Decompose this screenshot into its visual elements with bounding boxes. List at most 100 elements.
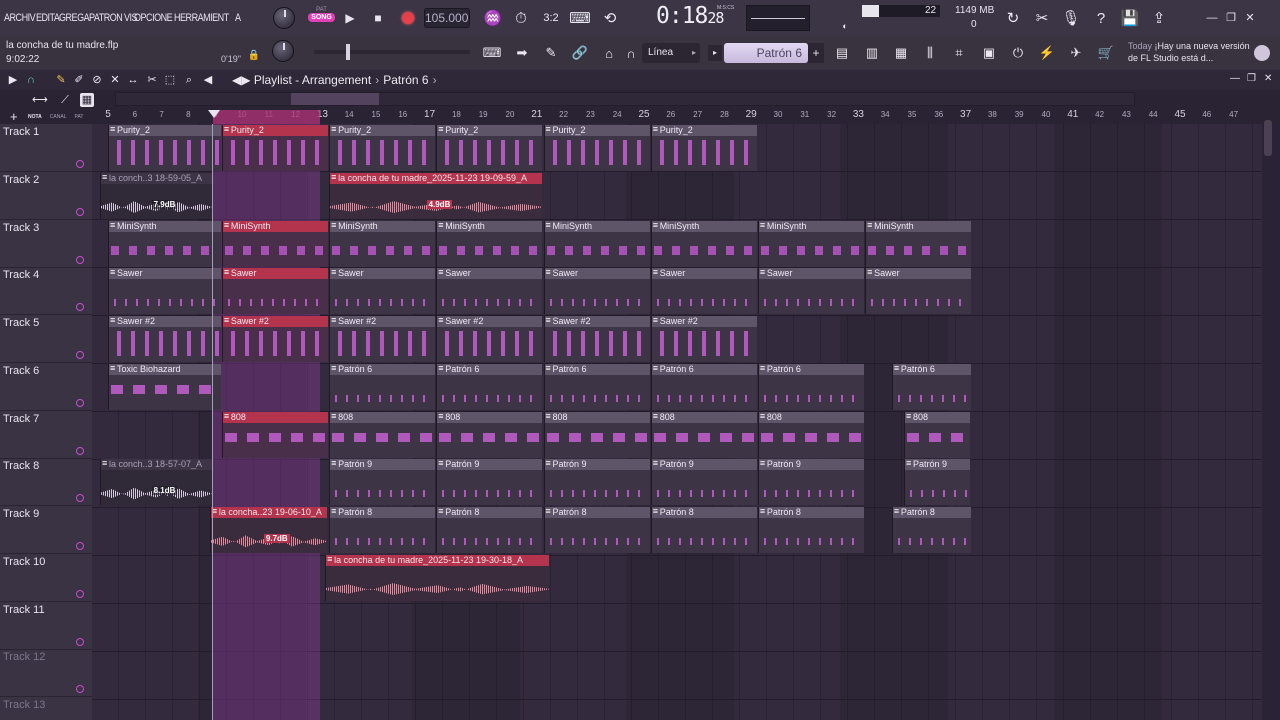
track-enable-icon[interactable] [76, 160, 84, 168]
pattern-clip[interactable]: Sawer [865, 268, 972, 315]
vertical-scrollbar[interactable] [1263, 110, 1273, 720]
track-enable-icon[interactable] [76, 637, 84, 646]
pattern-clip[interactable]: Purity_2 [108, 125, 221, 171]
snap-select[interactable]: Línea ▸ [642, 43, 700, 63]
track-header[interactable]: Track 10 [0, 554, 92, 602]
audio-clip[interactable]: la concha..23 19-06-10_A 9.7dB [209, 507, 327, 553]
track-header[interactable]: Track 3 [0, 220, 92, 268]
stop-button[interactable]: ■ [366, 6, 390, 30]
menu-patterns[interactable]: PATRON [89, 12, 123, 24]
playlist-maximize[interactable]: ❐ [1247, 73, 1256, 84]
playlist-icon[interactable]: ▤ [830, 42, 854, 64]
pattern-clip[interactable]: MiniSynth [865, 220, 972, 267]
playhead-marker[interactable] [208, 110, 220, 118]
microphone-icon[interactable]: 🎙 [1060, 7, 1082, 29]
arrows-icon[interactable]: ⟷ [32, 93, 48, 107]
track-header[interactable]: Track 6 [0, 363, 92, 411]
track-enable-icon[interactable] [76, 685, 84, 694]
mixer-icon[interactable]: ⫼ [918, 42, 942, 64]
pattern-clip[interactable]: Purity_2 [543, 125, 650, 171]
play-arrow-icon[interactable]: ▶ [6, 73, 20, 87]
track-header[interactable]: Track 5 [0, 315, 92, 363]
refresh-icon[interactable]: ↻ [1002, 7, 1024, 29]
pattern-clip[interactable]: Patrón 8 [329, 507, 436, 553]
step-edit-icon[interactable]: ⌨ [569, 7, 591, 29]
pattern-clip[interactable]: Patrón 9 [543, 459, 650, 506]
news-panel[interactable]: Today ¡Hay una nueva versión de FL Studi… [1128, 40, 1252, 64]
stamp-icon[interactable]: ⌂ [597, 42, 621, 64]
loop-record-icon[interactable]: ⟲ [599, 7, 621, 29]
pattern-clip[interactable]: Patrón 9 [436, 459, 543, 506]
pattern-clip[interactable]: Patrón 8 [891, 507, 972, 553]
tab-channels[interactable]: CANAL [50, 114, 67, 120]
track-header[interactable]: Track 7 [0, 411, 92, 459]
pattern-clip[interactable]: Patrón 6 [650, 363, 757, 410]
restore-button[interactable]: ❐ [1222, 9, 1240, 27]
menu-options[interactable]: OPCIONE [134, 12, 173, 24]
master-pitch-slider[interactable] [314, 44, 470, 60]
channel-rack-icon[interactable]: ▥ [860, 42, 884, 64]
pattern-clip[interactable]: Sawer #2 [108, 316, 221, 362]
ruler-tool-icon[interactable]: ⟋ [58, 93, 72, 107]
pattern-clip[interactable]: Sawer [757, 268, 865, 315]
pattern-clip[interactable]: Toxic Biohazard [108, 363, 221, 410]
pattern-clip[interactable]: Purity_2 [436, 125, 543, 171]
news-icon[interactable] [1254, 45, 1270, 61]
pattern-clip[interactable]: MiniSynth [436, 220, 543, 267]
pattern-clip[interactable]: Sawer [543, 268, 650, 315]
pattern-clip[interactable]: Purity_2 [329, 125, 436, 171]
pattern-clip[interactable]: Patrón 8 [436, 507, 543, 553]
link-icon[interactable]: 🔗 [568, 42, 592, 64]
monitor-toggle-icon[interactable]: ◐ [838, 20, 852, 32]
pitch-slider-grip[interactable] [346, 44, 350, 60]
pat-song-toggle[interactable]: PAT SONG [308, 7, 335, 29]
slip-icon[interactable]: ↔ [126, 73, 140, 87]
grid-icon[interactable]: ▦ [80, 93, 94, 107]
overview-window[interactable] [291, 93, 379, 105]
wrench-icon[interactable]: ✈ [1064, 42, 1088, 64]
pattern-clip[interactable]: 808 [903, 411, 970, 458]
pattern-clip[interactable]: 808 [543, 411, 650, 458]
tab-patterns[interactable]: PAT [74, 114, 83, 120]
plugin-icon[interactable]: ⏻ [1006, 42, 1030, 64]
main-volume-knob[interactable] [273, 7, 295, 29]
pattern-clip[interactable]: Patrón 6 [436, 363, 543, 410]
brush-icon[interactable]: ✎ [539, 42, 563, 64]
pattern-clip[interactable]: Patrón 9 [650, 459, 757, 506]
track-header[interactable]: Track 1 [0, 124, 92, 172]
speaker-icon[interactable]: ◀ [201, 73, 215, 87]
menu-file[interactable]: ARCHIV [4, 12, 36, 24]
audio-clip[interactable]: la concha de tu madre_2025-11-23 19-30-1… [325, 554, 550, 601]
pattern-clip[interactable]: Sawer [108, 268, 221, 315]
piano-keyboard-icon[interactable]: ⌨ [480, 42, 504, 64]
track-enable-icon[interactable] [76, 542, 84, 550]
delete-icon[interactable]: ⊘ [90, 73, 104, 87]
pattern-clip[interactable]: MiniSynth [329, 220, 436, 267]
magnet-icon[interactable]: ∩ [24, 73, 38, 87]
pattern-clip[interactable]: MiniSynth [650, 220, 757, 267]
playlist-close[interactable]: ✕ [1264, 73, 1272, 84]
loop-region-marker[interactable] [213, 110, 320, 124]
pattern-clip[interactable]: Sawer #2 [650, 316, 757, 362]
export-icon[interactable]: ⇪ [1148, 7, 1170, 29]
scissors-icon[interactable]: ✂ [1031, 7, 1053, 29]
tools-icon[interactable]: ⚡ [1035, 42, 1059, 64]
pattern-clip[interactable]: 808 [650, 411, 757, 458]
scrollbar-thumb[interactable] [1264, 120, 1272, 156]
arrow-right-icon[interactable]: ➡ [510, 42, 534, 64]
pattern-clip[interactable]: Sawer #2 [436, 316, 543, 362]
wait-for-input-icon[interactable]: ⏱ [510, 7, 532, 29]
pattern-clip[interactable]: Patrón 8 [757, 507, 865, 553]
song-overview-scrollbar[interactable] [115, 92, 1135, 106]
zoom-icon[interactable]: ⌕ [182, 73, 196, 87]
pattern-clip[interactable]: Patrón 9 [903, 459, 970, 506]
countdown-icon[interactable]: 3:2 [540, 7, 562, 29]
pattern-clip[interactable]: Patrón 9 [329, 459, 436, 506]
pattern-clip[interactable]: Patrón 8 [543, 507, 650, 553]
pattern-clip[interactable]: Sawer [436, 268, 543, 315]
record-button[interactable] [396, 6, 420, 30]
cart-icon[interactable]: 🛒 [1094, 42, 1118, 64]
pattern-clip[interactable]: Sawer #2 [221, 316, 329, 362]
track-enable-icon[interactable] [76, 351, 84, 359]
pattern-prev-button[interactable]: ▸ [708, 45, 722, 61]
